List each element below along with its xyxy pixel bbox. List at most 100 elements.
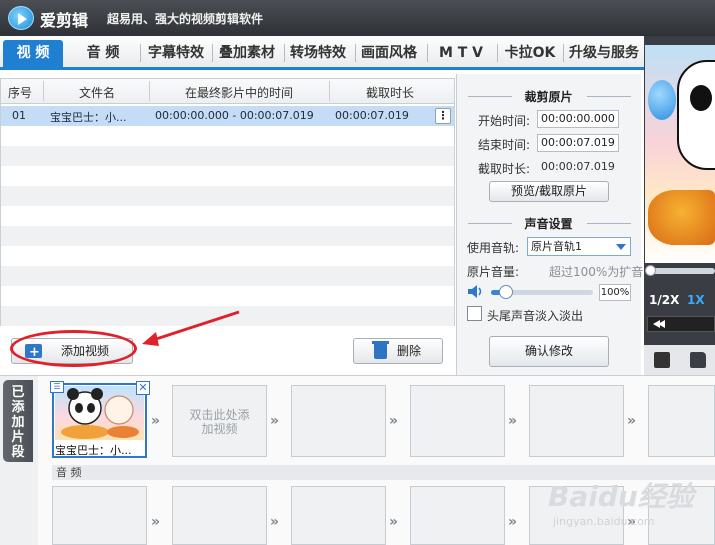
panda-thumbnail-icon: [61, 388, 139, 439]
chevron-right-icon: »: [389, 413, 398, 429]
added-clips-tab-label: 已添加片段: [11, 385, 25, 460]
table-row-empty: [1, 206, 454, 226]
table-row-empty: [1, 286, 454, 306]
speed-half-button[interactable]: 1/2X: [649, 293, 679, 307]
tab-divider: [497, 44, 498, 62]
watermark-brand: Baidu经验: [548, 480, 694, 513]
cut-duration-label: 截取时长:: [478, 162, 531, 176]
panda-eye-image: [690, 85, 712, 111]
end-time-field[interactable]: 00:00:07.019: [537, 134, 619, 152]
row-filename: 宝宝巴士：小...: [50, 111, 127, 124]
row-duration: 00:00:07.019: [335, 109, 409, 122]
table-row-empty: [1, 246, 454, 266]
column-header-duration: 截取时长: [366, 86, 415, 100]
empty-audio-slot[interactable]: [172, 486, 267, 545]
column-divider: [329, 81, 330, 101]
confirm-changes-button[interactable]: 确认修改: [489, 336, 609, 367]
empty-clip-slot[interactable]: [291, 385, 386, 457]
trash-icon: [372, 341, 389, 359]
app-logo-icon: [8, 6, 34, 30]
tab-upgrade-service[interactable]: 升级与服务: [566, 40, 642, 67]
empty-slot-hint: 双击此处添加视频: [172, 408, 267, 436]
volume-percent-field[interactable]: 100%: [599, 284, 631, 301]
start-time-label: 开始时间:: [478, 114, 531, 128]
clip-thumbnail: [55, 386, 144, 440]
tab-subtitle-effects[interactable]: 字幕特效: [143, 40, 209, 67]
section-divider: [587, 96, 631, 97]
table-header: 序号 文件名 在最终影片中的时间 截取时长: [1, 79, 454, 104]
tab-transition-effects[interactable]: 转场特效: [285, 40, 351, 67]
empty-audio-slot[interactable]: [291, 486, 386, 545]
start-time-field[interactable]: 00:00:00.000: [537, 110, 619, 128]
row-menu-icon[interactable]: ⋮: [435, 108, 451, 124]
column-header-filename: 文件名: [79, 86, 116, 100]
table-row-empty: [1, 126, 454, 146]
tab-picture-style[interactable]: 画面风格: [356, 40, 422, 67]
chevron-right-icon: »: [270, 413, 279, 429]
preview-progress-handle[interactable]: [645, 265, 656, 276]
main-tab-bar: 视 频 音 频 字幕特效 叠加素材 转场特效 画面风格 M T V 卡拉OK 升…: [0, 36, 644, 70]
chevron-right-icon: »: [151, 413, 160, 429]
app-slogan: 超易用、强大的视频剪辑软件: [107, 12, 264, 26]
tab-divider: [563, 44, 564, 62]
row-index: 01: [12, 109, 26, 122]
chevron-right-icon: »: [508, 413, 517, 429]
chevron-right-icon: »: [627, 413, 636, 429]
audio-track-label: 使用音轨:: [467, 241, 520, 255]
end-time-label: 结束时间:: [478, 138, 531, 152]
annotation-arrow-icon: [142, 310, 240, 346]
volume-hint: 超过100%为扩音: [549, 265, 644, 279]
empty-clip-slot[interactable]: [529, 385, 624, 457]
panda-image: [677, 60, 715, 170]
chevron-right-icon: »: [151, 514, 160, 530]
table-row[interactable]: 01 宝宝巴士：小... 00:00:00.000 - 00:00:07.019…: [1, 106, 454, 126]
chevron-right-icon: »: [270, 514, 279, 530]
video-list-table: 序号 文件名 在最终影片中的时间 截取时长 01 宝宝巴士：小... 00:00…: [0, 78, 455, 326]
tab-mtv[interactable]: M T V: [429, 40, 493, 67]
tab-karaoke[interactable]: 卡拉OK: [500, 40, 560, 67]
rewind-icon: [658, 320, 665, 328]
table-row-empty: [1, 226, 454, 246]
table-row-empty: [1, 166, 454, 186]
table-row-empty: [1, 186, 454, 206]
tab-divider: [427, 44, 428, 62]
clip-label: 宝宝巴士：小...: [55, 444, 132, 457]
new-project-icon[interactable]: [654, 352, 670, 368]
delete-label: 删除: [396, 344, 421, 358]
title-bar: 爱剪辑 超易用、强大的视频剪辑软件: [0, 0, 715, 36]
clip-menu-icon[interactable]: ☰: [50, 381, 64, 393]
preview-cut-button[interactable]: 预览/截取原片: [489, 181, 609, 202]
empty-audio-slot[interactable]: [52, 486, 147, 545]
audio-track-select[interactable]: 原片音轨1: [527, 237, 631, 256]
column-header-time-in-movie: 在最终影片中的时间: [185, 86, 294, 100]
open-folder-icon[interactable]: [690, 352, 706, 368]
fade-label: 头尾声音淡入淡出: [487, 309, 584, 323]
speed-1x-button[interactable]: 1X: [687, 293, 705, 307]
empty-clip-slot[interactable]: [410, 385, 505, 457]
food-image: [648, 190, 715, 245]
section-divider: [587, 223, 631, 224]
added-clips-tab[interactable]: 已添加片段: [3, 380, 33, 462]
watermark-url: jingyan.baidu.com: [553, 515, 655, 528]
balloon-image: [648, 80, 676, 120]
volume-label: 原片音量:: [467, 265, 520, 279]
app-name: 爱剪辑: [40, 11, 89, 30]
clip-close-icon[interactable]: ✕: [136, 381, 150, 395]
speaker-icon: [468, 285, 482, 298]
table-row-empty: [1, 146, 454, 166]
empty-audio-slot[interactable]: [410, 486, 505, 545]
empty-clip-slot[interactable]: [648, 385, 715, 457]
tab-audio[interactable]: 音 频: [70, 40, 136, 67]
delete-button[interactable]: 删除: [353, 338, 443, 364]
tab-video[interactable]: 视 频: [3, 40, 63, 67]
table-row-empty: [1, 266, 454, 286]
chevron-right-icon: »: [389, 514, 398, 530]
row-time-range: 00:00:00.000 - 00:00:07.019: [155, 109, 314, 122]
tab-overlay-materials[interactable]: 叠加素材: [214, 40, 280, 67]
column-divider: [149, 81, 150, 101]
fade-checkbox[interactable]: [467, 306, 482, 321]
volume-slider-handle[interactable]: [499, 285, 513, 299]
chevron-right-icon: »: [508, 514, 517, 530]
tab-divider: [140, 44, 141, 62]
empty-slot-hint-text: 双击此处添加视频: [189, 408, 250, 436]
